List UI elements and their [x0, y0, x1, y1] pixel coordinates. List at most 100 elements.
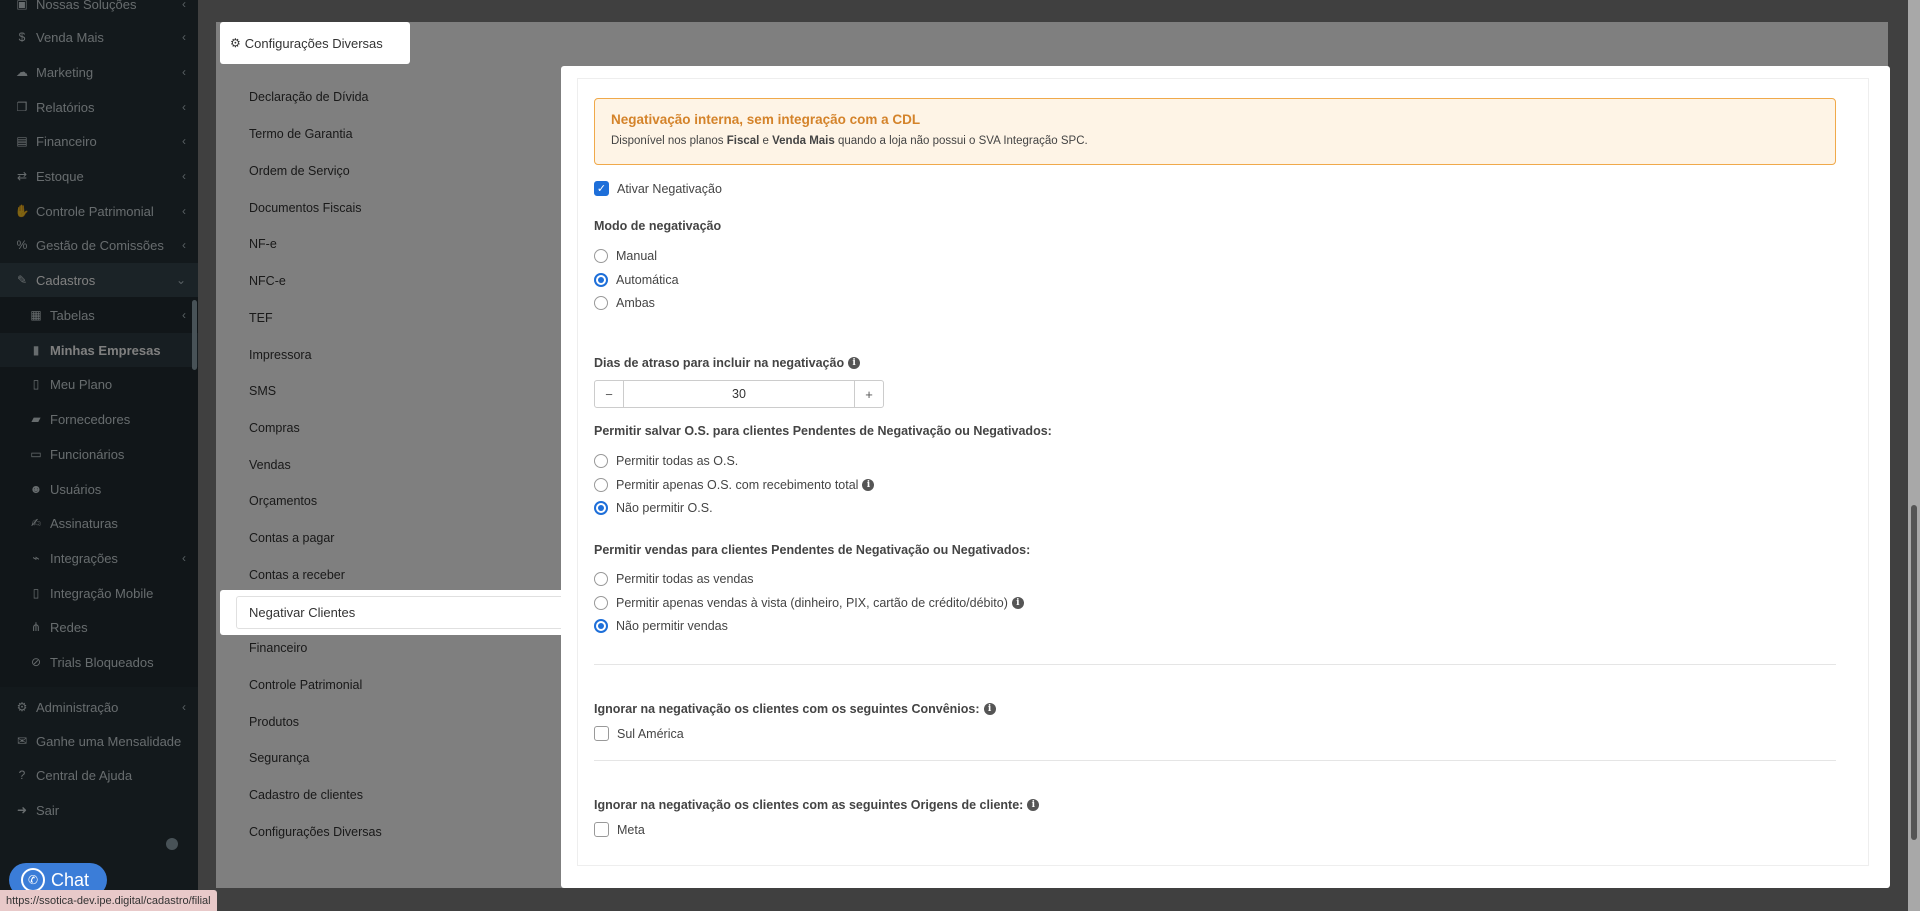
signature-icon: ✍ [30, 516, 42, 530]
chevron-icon: ‹ [182, 65, 186, 79]
settings-menu-item[interactable]: Financeiro [249, 641, 307, 655]
sidebar-item[interactable]: % Gestão de Comissões ‹ [0, 228, 198, 262]
mode-options-radio-row[interactable]: Ambas [594, 296, 655, 310]
cogs-icon: ⚙ [230, 36, 241, 50]
sidebar-item[interactable]: ✍ Assinaturas [0, 506, 198, 540]
settings-menu-item[interactable]: Compras [249, 421, 300, 435]
sidebar-item[interactable]: ⌁ Integrações ‹ [0, 541, 198, 575]
settings-menu-item[interactable]: NF-e [249, 237, 277, 251]
sidebar-item[interactable]: ▦ Tabelas ‹ [0, 298, 198, 332]
sidebar-item[interactable]: ⚙ Administração ‹ [0, 690, 198, 724]
settings-menu-item[interactable]: Cadastro de clientes [249, 788, 363, 802]
sales-options-radio-row[interactable]: Permitir apenas vendas à vista (dinheiro… [594, 596, 1024, 610]
sidebar-item[interactable]: ☻ Usuários [0, 472, 198, 506]
sidebar-scrollbar[interactable] [192, 300, 197, 370]
divider [594, 760, 1836, 761]
days-stepper[interactable]: − + [594, 380, 884, 408]
radio-button[interactable] [594, 249, 608, 263]
sidebar-item[interactable]: ⇄ Estoque ‹ [0, 159, 198, 193]
sales-options-radio-row[interactable]: Não permitir vendas [594, 619, 728, 633]
radio-button[interactable] [594, 454, 608, 468]
info-icon[interactable]: i [848, 357, 861, 369]
mode-options-radio-row[interactable]: Manual [594, 249, 657, 263]
sidebar-item[interactable]: ⋔ Redes [0, 610, 198, 644]
sidebar-item[interactable]: ✉ Ganhe uma Mensalidade [0, 724, 198, 758]
settings-menu-item[interactable]: Termo de Garantia [249, 127, 353, 141]
network-icon: ⋔ [30, 620, 42, 634]
settings-menu-item[interactable]: Produtos [249, 715, 299, 729]
os-options-radio-row[interactable]: Permitir todas as O.S. [594, 454, 738, 468]
radio-button[interactable] [594, 478, 608, 492]
sidebar-item[interactable]: ▣ Nossas Soluções ‹ [0, 0, 198, 21]
radio-button[interactable] [594, 572, 608, 586]
sidebar-item-label: Sair [36, 802, 60, 818]
os-options-radio-row[interactable]: Não permitir O.S. [594, 501, 713, 515]
origem-checkbox[interactable] [594, 822, 609, 837]
sidebar-item[interactable]: ▤ Financeiro ‹ [0, 124, 198, 158]
settings-menu-item[interactable]: Contas a receber [249, 568, 345, 582]
building-icon: ▮ [32, 343, 40, 357]
chevron-icon: ‹ [182, 308, 186, 322]
decrement-button[interactable]: − [595, 381, 624, 407]
sidebar-item[interactable]: ▭ Funcionários [0, 437, 198, 471]
users-icon: ☻ [29, 482, 43, 496]
sidebar-item[interactable]: ▯ Meu Plano [0, 367, 198, 401]
sidebar-item[interactable]: ▯ Integração Mobile [0, 576, 198, 610]
sales-options-radio-row[interactable]: Permitir todas as vendas [594, 572, 754, 586]
settings-menu-item[interactable]: Configurações Diversas [249, 825, 382, 839]
sidebar-item[interactable]: $ Venda Mais ‹ [0, 20, 198, 54]
settings-menu-item[interactable]: Documentos Fiscais [249, 201, 362, 215]
radio-button[interactable] [594, 273, 608, 287]
settings-menu-item[interactable]: SMS [249, 384, 276, 398]
settings-menu-item[interactable]: TEF [249, 311, 273, 325]
radio-button[interactable] [594, 596, 608, 610]
activate-negativacao-label: Ativar Negativação [617, 181, 722, 196]
chevron-icon: ‹ [182, 0, 186, 11]
chevron-icon: ‹ [182, 204, 186, 218]
money-icon: ▤ [16, 134, 28, 148]
sidebar-item[interactable]: ✋ Controle Patrimonial ‹ [0, 194, 198, 228]
sidebar-item[interactable]: ⊘ Trials Bloqueados [0, 645, 198, 679]
info-icon[interactable]: i [983, 703, 996, 715]
convenio-option-row[interactable]: Sul América [594, 726, 684, 741]
sidebar-item[interactable]: ✎ Cadastros ⌄ [0, 263, 198, 297]
info-icon[interactable]: i [1027, 799, 1040, 811]
increment-button[interactable]: + [854, 381, 883, 407]
settings-menu-item[interactable]: Impressora [249, 348, 312, 362]
sidebar-item[interactable]: ☁ Marketing ‹ [0, 55, 198, 89]
collapse-sidebar-icon[interactable] [166, 838, 178, 850]
info-icon[interactable]: i [1011, 597, 1024, 609]
status-url: https://ssotica-dev.ipe.digital/cadastro… [0, 890, 217, 911]
settings-menu-item[interactable]: Declaração de Dívida [249, 90, 369, 104]
settings-menu-item[interactable]: Orçamentos [249, 494, 317, 508]
radio-button[interactable] [594, 296, 608, 310]
settings-menu-item[interactable]: NFC-e [249, 274, 286, 288]
sidebar-item-label: Financeiro [36, 133, 97, 149]
settings-menu-item[interactable]: Vendas [249, 458, 291, 472]
settings-menu-item[interactable]: Contas a pagar [249, 531, 334, 545]
activate-negativacao-row[interactable]: ✓ Ativar Negativação [594, 181, 722, 196]
convenio-checkbox[interactable] [594, 726, 609, 741]
page-scrollbar[interactable] [1908, 0, 1920, 911]
sidebar-item[interactable]: ➜ Sair [0, 793, 198, 827]
mode-options-radio-row[interactable]: Automática [594, 273, 679, 287]
settings-menu-item[interactable]: Controle Patrimonial [249, 678, 362, 692]
table-icon: ▦ [30, 308, 42, 322]
scrollbar-thumb[interactable] [1911, 505, 1917, 840]
radio-button[interactable] [594, 501, 608, 515]
origem-option-row[interactable]: Meta [594, 822, 645, 837]
activate-negativacao-checkbox[interactable]: ✓ [594, 181, 609, 196]
mobile-icon: ▯ [32, 586, 40, 600]
settings-menu-item[interactable]: Ordem de Serviço [249, 164, 350, 178]
os-options-radio-row[interactable]: Permitir apenas O.S. com recebimento tot… [594, 478, 875, 492]
page-title: Configurações Diversas [244, 35, 383, 51]
sidebar-item[interactable]: ▮ Minhas Empresas [0, 333, 198, 367]
sidebar-item[interactable]: ❐ Relatórios ‹ [0, 90, 198, 124]
days-input[interactable] [624, 381, 854, 407]
info-icon[interactable]: i [862, 479, 875, 491]
sidebar-item[interactable]: ▰ Fornecedores [0, 402, 198, 436]
settings-menu-item-negativar-clientes[interactable]: Negativar Clientes [220, 590, 565, 635]
radio-button[interactable] [594, 619, 608, 633]
settings-menu-item[interactable]: Segurança [249, 751, 309, 765]
sidebar-item[interactable]: ? Central de Ajuda [0, 758, 198, 792]
